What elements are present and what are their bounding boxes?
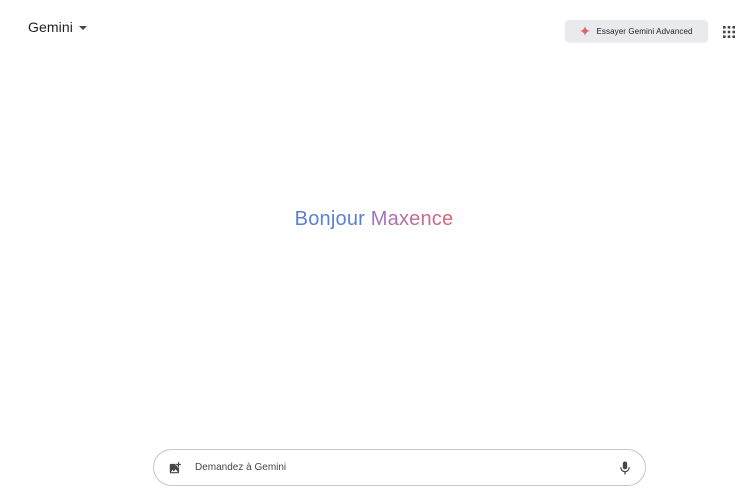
try-advanced-label: Essayer Gemini Advanced (596, 26, 693, 36)
greeting: Bonjour Maxence (0, 208, 748, 231)
add-image-icon (169, 461, 181, 473)
model-switcher[interactable]: Gemini (22, 14, 93, 40)
google-apps-button[interactable] (718, 21, 740, 43)
apps-grid-icon (723, 26, 735, 38)
caret-down-icon (78, 26, 87, 30)
prompt-input[interactable] (195, 455, 614, 480)
sparkle-icon (580, 26, 591, 36)
try-advanced-button[interactable]: Essayer Gemini Advanced (565, 20, 708, 42)
microphone-icon (620, 460, 630, 475)
model-name: Gemini (28, 19, 73, 35)
greeting-user-name: Maxence (370, 208, 454, 230)
microphone-button[interactable] (614, 457, 636, 479)
gemini-app: Gemini Essayer Gemini Advanced Bonjour M… (0, 0, 748, 498)
prompt-bar (153, 449, 646, 486)
add-image-button[interactable] (165, 458, 185, 478)
greeting-hello: Bonjour (294, 208, 371, 230)
